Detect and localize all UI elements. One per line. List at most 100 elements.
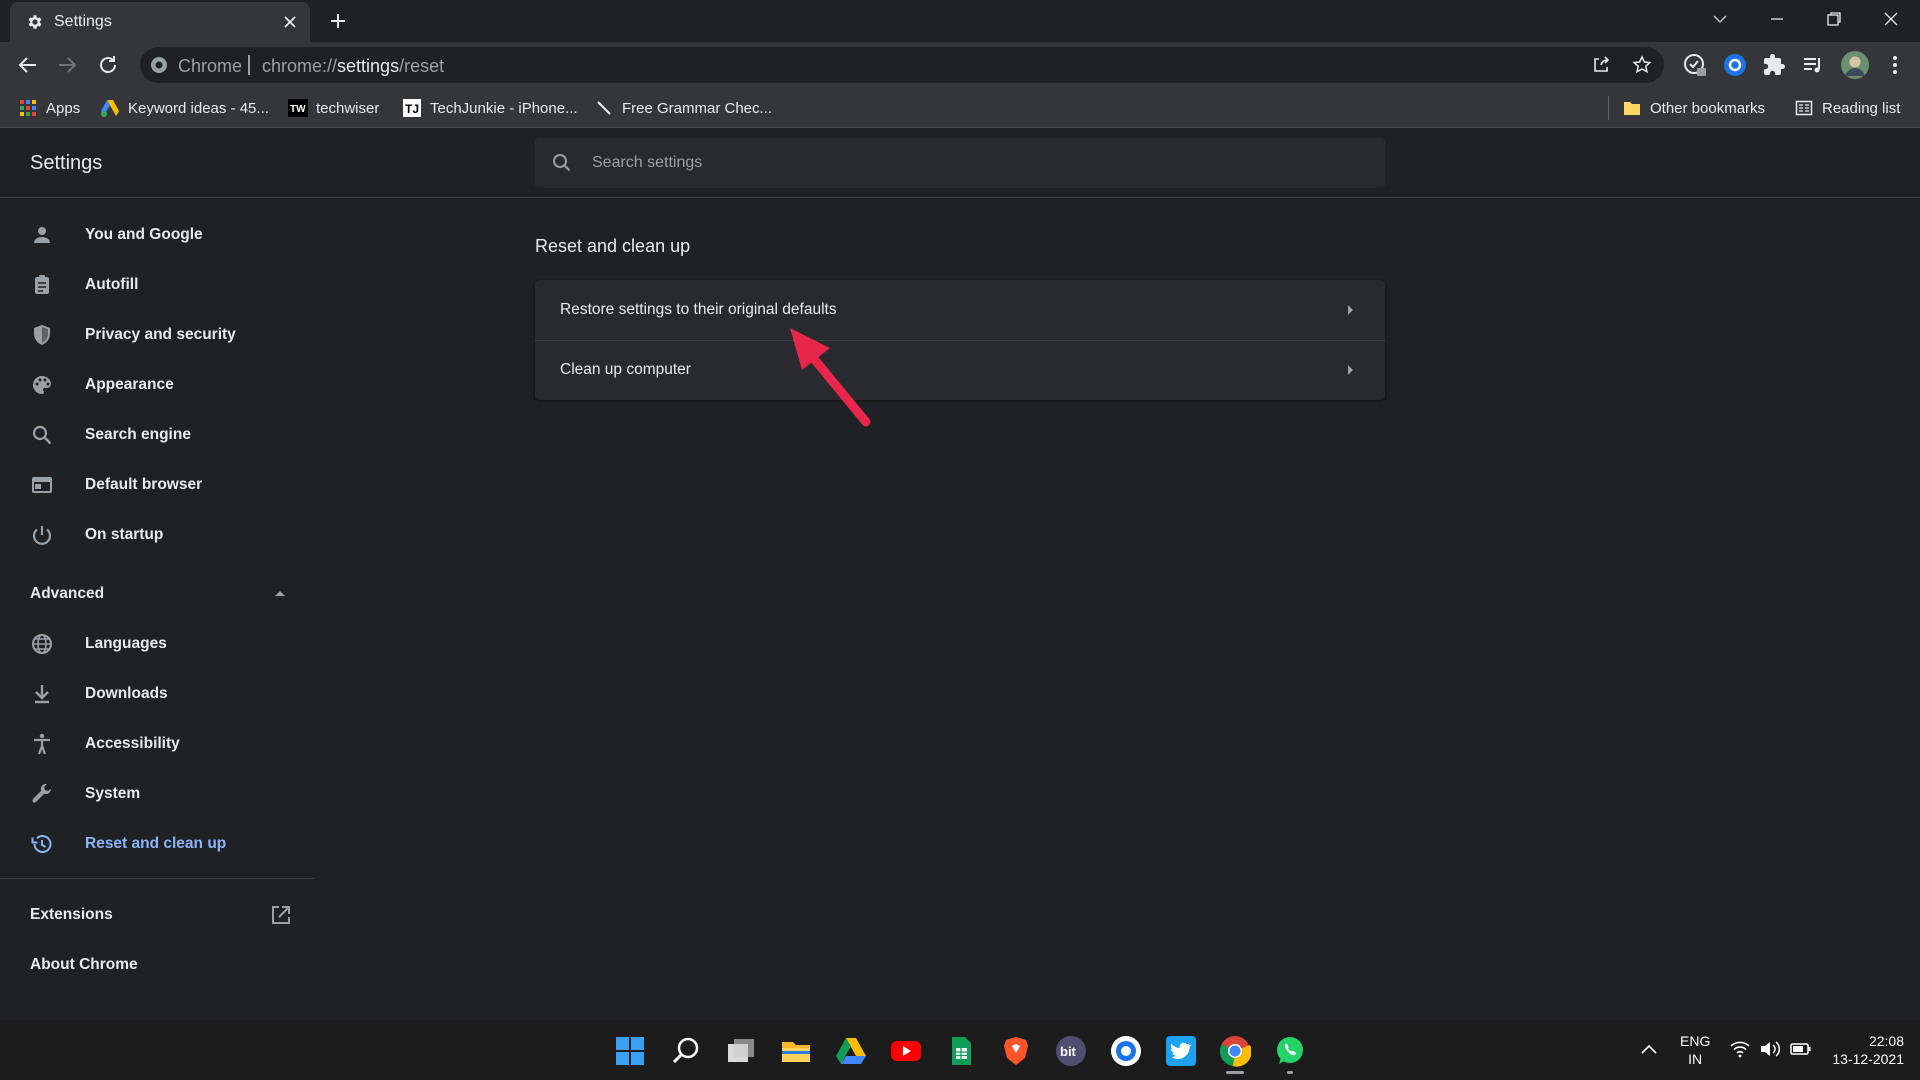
file-explorer-icon[interactable] [780, 1035, 812, 1067]
youtube-icon[interactable] [890, 1035, 922, 1067]
chrome-page-icon [150, 56, 168, 74]
row-label: Restore settings to their original defau… [560, 301, 837, 318]
google-drive-icon[interactable] [835, 1035, 867, 1067]
pen-icon [594, 98, 614, 118]
language-indicator[interactable]: ENG IN [1680, 1032, 1710, 1068]
windows-start-icon[interactable] [614, 1035, 646, 1067]
sidebar-item-about-chrome[interactable]: About Chrome [0, 940, 314, 990]
sidebar-item-label: Accessibility [85, 735, 180, 752]
sidebar-item-appearance[interactable]: Appearance [0, 360, 314, 410]
bookmark-apps[interactable]: Apps [18, 97, 80, 119]
sidebar-item-languages[interactable]: Languages [0, 619, 314, 669]
extensions-puzzle-icon[interactable] [1762, 53, 1786, 77]
chrome-taskbar-icon[interactable] [1219, 1035, 1251, 1067]
search-input[interactable]: Search settings [535, 138, 1385, 188]
close-tab-icon[interactable] [282, 14, 298, 30]
sidebar-item-label: Search engine [85, 426, 191, 443]
settings-header: Settings Search settings [0, 128, 1920, 198]
restore-defaults-row[interactable]: Restore settings to their original defau… [535, 280, 1385, 340]
more-menu-icon[interactable] [1883, 53, 1907, 77]
sidebar-item-autofill[interactable]: Autofill [0, 260, 314, 310]
browser-toolbar: Chrome chrome://settings/reset [0, 42, 1920, 88]
page-title: Settings [30, 152, 103, 174]
reading-list-icon [1794, 98, 1814, 118]
reading-list-button[interactable]: Reading list [1794, 97, 1900, 119]
sidebar-item-default-browser[interactable]: Default browser [0, 460, 314, 510]
media-queue-icon[interactable] [1801, 53, 1825, 77]
sidebar-item-label: Downloads [85, 685, 168, 702]
gear-icon [26, 13, 44, 31]
sidebar-item-label: You and Google [85, 226, 203, 243]
sidebar-item-search-engine[interactable]: Search engine [0, 410, 314, 460]
bookmark-label: Other bookmarks [1650, 99, 1766, 117]
twitter-icon[interactable] [1165, 1035, 1197, 1067]
copy-app-icon[interactable] [1110, 1035, 1142, 1067]
minimize-icon[interactable] [1767, 9, 1787, 29]
accessibility-icon [30, 732, 54, 756]
sidebar-item-label: Autofill [85, 276, 139, 293]
history-icon [30, 832, 54, 856]
show-hidden-icons-chevron-icon[interactable] [1640, 1042, 1658, 1056]
google-sheets-icon[interactable] [945, 1035, 977, 1067]
bitwarden-icon[interactable]: bit [1055, 1035, 1087, 1067]
folder-icon [1622, 98, 1642, 118]
avatar[interactable] [1840, 50, 1870, 80]
sidebar-item-extensions[interactable]: Extensions [0, 890, 314, 940]
person-icon [30, 223, 54, 247]
svg-text:bit: bit [1060, 1044, 1077, 1059]
chevron-right-icon [1346, 304, 1354, 316]
sidebar-item-on-startup[interactable]: On startup [0, 510, 314, 560]
sidebar-item-system[interactable]: System [0, 769, 314, 819]
reload-icon[interactable] [96, 53, 120, 77]
advanced-label: Advanced [30, 585, 105, 602]
tab-search-chevron-icon[interactable] [1710, 9, 1730, 29]
bookmark-other-bookmarks[interactable]: Other bookmarks [1622, 97, 1765, 119]
bookmark-star-icon[interactable] [1632, 55, 1652, 75]
taskbar-search-icon[interactable] [670, 1035, 702, 1067]
sidebar-item-reset-and-clean-up[interactable]: Reset and clean up [0, 819, 314, 869]
sidebar-item-downloads[interactable]: Downloads [0, 669, 314, 719]
sidebar-item-label: Privacy and security [85, 326, 236, 343]
bookmark-techwiser[interactable]: TW techwiser [288, 97, 379, 119]
volume-icon[interactable] [1759, 1040, 1781, 1058]
forward-icon[interactable] [55, 53, 79, 77]
system-clock[interactable]: 22:08 13-12-2021 [1826, 1032, 1904, 1068]
bookmark-label: Free Grammar Chec... [622, 99, 773, 117]
section-title: Reset and clean up [535, 236, 691, 256]
clean-up-computer-row[interactable]: Clean up computer [535, 340, 1385, 400]
techjunkie-icon: TJ [402, 98, 422, 118]
svg-text:TJ: TJ [405, 102, 419, 116]
extension-shield-icon[interactable] [1682, 52, 1708, 78]
clock-date: 13-12-2021 [1832, 1051, 1904, 1067]
omnibox-url: chrome://settings/reset [262, 56, 445, 76]
back-icon[interactable] [16, 53, 40, 77]
restore-icon[interactable] [1824, 9, 1844, 29]
advanced-toggle[interactable]: Advanced [0, 569, 314, 619]
whatsapp-icon[interactable] [1274, 1035, 1306, 1067]
reset-card: Restore settings to their original defau… [535, 280, 1385, 400]
tab-settings[interactable]: Settings [10, 2, 310, 42]
sidebar-item-accessibility[interactable]: Accessibility [0, 719, 314, 769]
search-icon [552, 153, 572, 173]
battery-icon[interactable] [1790, 1040, 1812, 1058]
globe-icon [30, 632, 54, 656]
share-icon[interactable] [1591, 55, 1611, 75]
download-icon [30, 682, 54, 706]
new-tab-icon[interactable] [327, 10, 349, 32]
extension-circle-icon[interactable] [1722, 52, 1748, 78]
brave-browser-icon[interactable] [1000, 1035, 1032, 1067]
svg-text:TW: TW [290, 104, 306, 115]
sidebar-item-you-and-google[interactable]: You and Google [0, 210, 314, 260]
wifi-icon[interactable] [1730, 1040, 1750, 1058]
close-window-icon[interactable] [1881, 9, 1901, 29]
shield-icon [30, 323, 54, 347]
address-bar[interactable]: Chrome chrome://settings/reset [140, 47, 1664, 83]
sidebar-item-privacy-and-security[interactable]: Privacy and security [0, 310, 314, 360]
bookmark-grammar-checker[interactable]: Free Grammar Chec... [594, 97, 772, 119]
bookmark-techjunkie[interactable]: TJ TechJunkie - iPhone... [402, 97, 578, 119]
task-view-icon[interactable] [725, 1035, 757, 1067]
search-icon [30, 423, 54, 447]
bookmark-label: TechJunkie - iPhone... [430, 99, 578, 117]
language-code: ENG [1680, 1033, 1711, 1049]
bookmark-keyword-ideas[interactable]: Keyword ideas - 45... [100, 97, 269, 119]
